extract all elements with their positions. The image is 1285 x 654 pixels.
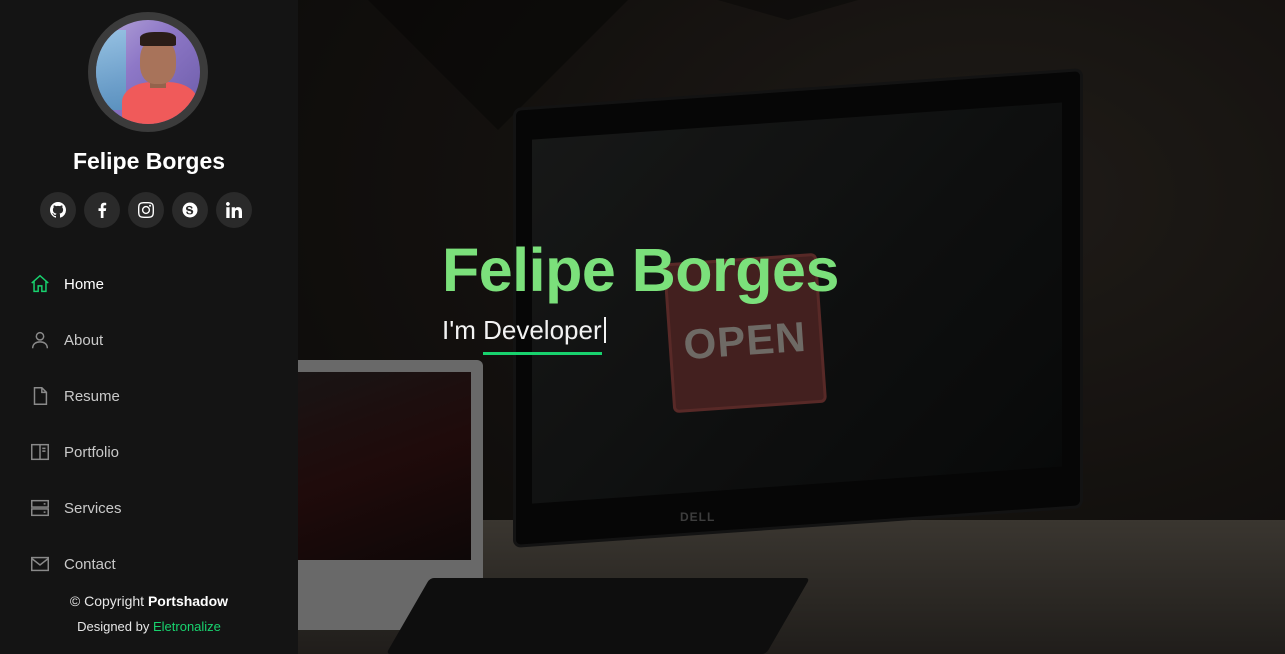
nav-item-services[interactable]: Services [28,480,122,536]
designed-by: Designed by Eletronalize [77,619,221,634]
linkedin-icon [226,202,242,218]
profile-name: Felipe Borges [72,148,226,174]
github-link[interactable] [40,192,76,228]
facebook-icon [98,202,107,218]
nav-label-home: Home [64,275,105,293]
nav-label-portfolio: Portfolio [64,443,120,461]
skype-link[interactable] [172,192,208,228]
nav-item-about[interactable]: About [28,312,122,368]
sidebar-footer: © Copyright Portshadow Designed by Eletr… [0,594,298,633]
github-icon [50,202,66,218]
home-icon [28,272,52,296]
nav-item-resume[interactable]: Resume [28,368,122,424]
copyright-brand: Portshadow [147,593,229,609]
avatar [88,12,208,132]
nav-label-about: About [64,331,104,349]
instagram-icon [138,202,154,218]
user-icon [28,328,52,352]
hero-subtitle: I'm Developer [442,315,606,355]
book-icon [28,440,52,464]
hero-content: Felipe Borges I'm Developer [442,240,839,355]
profile-photo [96,20,200,124]
file-icon [28,384,52,408]
nav-label-services: Services [64,499,122,517]
nav-item-home[interactable]: Home [28,256,122,312]
typed-text: Developer [483,315,602,355]
main-nav: Home About Resume Portfolio Services Con… [28,256,122,592]
copyright: © Copyright Portshadow [69,593,229,609]
sidebar: Felipe Borges Home About Resume Portfoli… [0,0,298,654]
linkedin-link[interactable] [216,192,252,228]
skype-icon [182,202,198,218]
nav-item-contact[interactable]: Contact [28,536,122,592]
envelope-icon [28,552,52,576]
hero-title: Felipe Borges [442,236,839,304]
typing-cursor [603,317,606,343]
instagram-link[interactable] [128,192,164,228]
hero-section: OPEN DELL Felipe Borges I'm Developer [298,0,1285,654]
nav-item-portfolio[interactable]: Portfolio [28,424,122,480]
designer-link[interactable]: Eletronalize [153,619,221,634]
nav-label-resume: Resume [64,387,120,405]
hero-subtitle-prefix: I'm [442,315,476,345]
server-icon [28,496,52,520]
facebook-link[interactable] [84,192,120,228]
social-links [40,192,252,228]
nav-label-contact: Contact [64,555,116,573]
